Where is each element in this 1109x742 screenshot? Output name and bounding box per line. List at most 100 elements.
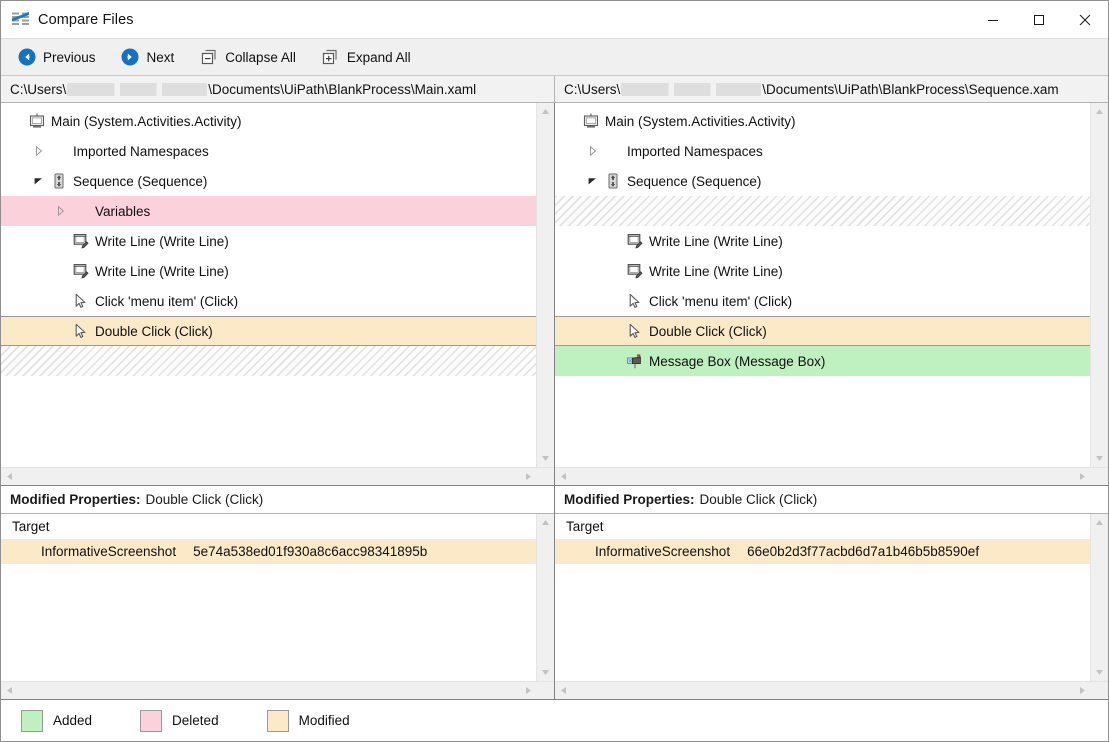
- left-properties-horizontal-scrollbar[interactable]: [1, 681, 554, 699]
- property-name: InformativeScreenshot: [595, 544, 730, 559]
- tree-row-label: Write Line (Write Line): [649, 234, 783, 249]
- scroll-up-icon[interactable]: [1092, 515, 1107, 530]
- write-line-icon: [626, 263, 643, 280]
- chevron-right-icon[interactable]: [54, 205, 67, 218]
- chevron-right-icon[interactable]: [32, 145, 45, 158]
- compare-files-window: Compare Files: [0, 0, 1109, 742]
- property-group-label: Target: [566, 519, 604, 534]
- right-properties-horizontal-scrollbar[interactable]: [555, 681, 1108, 699]
- property-group-row[interactable]: Target: [555, 514, 1090, 539]
- scroll-right-icon[interactable]: [521, 683, 536, 698]
- tree-row[interactable]: Variables: [1, 196, 536, 226]
- legend-swatch: [140, 710, 162, 732]
- tree-row[interactable]: Sequence (Sequence): [555, 166, 1090, 196]
- right-activity-tree[interactable]: Main (System.Activities.Activity) Importe…: [555, 103, 1090, 467]
- scroll-down-icon[interactable]: [538, 665, 553, 680]
- scroll-track[interactable]: [572, 468, 1074, 485]
- legend-item: Deleted: [140, 710, 219, 732]
- tree-row[interactable]: Imported Namespaces: [1, 136, 536, 166]
- tree-row-label: Message Box (Message Box): [649, 354, 825, 369]
- right-properties-vertical-scrollbar[interactable]: [1090, 514, 1108, 681]
- right-properties-grid[interactable]: Target InformativeScreenshot66e0b2d3f77ac…: [555, 514, 1090, 681]
- scroll-track[interactable]: [18, 682, 520, 699]
- tree-row[interactable]: Main (System.Activities.Activity): [1, 106, 536, 136]
- scroll-down-icon[interactable]: [1092, 451, 1107, 466]
- next-label: Next: [147, 50, 175, 65]
- scroll-right-icon[interactable]: [1075, 469, 1090, 484]
- window-controls: [970, 1, 1108, 38]
- left-tree-horizontal-scrollbar[interactable]: [1, 467, 554, 485]
- tree-row-label: Click 'menu item' (Click): [95, 294, 238, 309]
- maximize-button[interactable]: [1016, 1, 1062, 38]
- minimize-button[interactable]: [970, 1, 1016, 38]
- tree-row[interactable]: Main (System.Activities.Activity): [555, 106, 1090, 136]
- toolbar: Previous Next Collapse All: [1, 38, 1108, 76]
- file-path-header: C:\Users\ \Documents\UiPath\BlankProcess…: [1, 76, 1108, 103]
- collapse-all-icon: [199, 48, 218, 67]
- expand-all-button[interactable]: Expand All: [319, 44, 418, 70]
- previous-button[interactable]: Previous: [15, 44, 103, 70]
- property-group-row[interactable]: Target: [1, 514, 536, 539]
- left-properties-title-value: Double Click (Click): [146, 492, 264, 507]
- chevron-down-icon[interactable]: [32, 175, 45, 188]
- modified-properties-area: Modified Properties: Double Click (Click…: [1, 485, 1108, 699]
- chevron-right-icon[interactable]: [586, 145, 599, 158]
- window-title: Compare Files: [38, 12, 134, 28]
- property-row[interactable]: InformativeScreenshot66e0b2d3f77acbd6d7a…: [555, 539, 1090, 564]
- tree-row[interactable]: Click 'menu item' (Click): [1, 286, 536, 316]
- left-tree-pane: Main (System.Activities.Activity)Importe…: [1, 103, 555, 485]
- scroll-left-icon[interactable]: [2, 683, 17, 698]
- right-tree-pane: Main (System.Activities.Activity) Importe…: [555, 103, 1108, 485]
- click-icon: [626, 323, 643, 340]
- tree-row[interactable]: Sequence (Sequence): [1, 166, 536, 196]
- scroll-track[interactable]: [572, 682, 1074, 699]
- left-tree-vertical-scrollbar[interactable]: [536, 103, 554, 467]
- tree-row-label: Write Line (Write Line): [95, 234, 229, 249]
- collapse-all-label: Collapse All: [225, 50, 296, 65]
- tree-row[interactable]: Imported Namespaces: [555, 136, 1090, 166]
- legend-label: Modified: [299, 713, 350, 728]
- tree-row[interactable]: Write Line (Write Line): [555, 256, 1090, 286]
- tree-row[interactable]: Double Click (Click): [555, 316, 1090, 346]
- scroll-up-icon[interactable]: [1092, 104, 1107, 119]
- tree-row[interactable]: Write Line (Write Line): [1, 256, 536, 286]
- property-name: InformativeScreenshot: [41, 544, 176, 559]
- scroll-left-icon[interactable]: [556, 683, 571, 698]
- scroll-left-icon[interactable]: [556, 469, 571, 484]
- close-button[interactable]: [1062, 1, 1108, 38]
- tree-compare-area: Main (System.Activities.Activity)Importe…: [1, 103, 1108, 485]
- tree-row-label: Click 'menu item' (Click): [649, 294, 792, 309]
- chevron-down-icon[interactable]: [586, 175, 599, 188]
- scroll-track[interactable]: [18, 468, 520, 485]
- right-tree-vertical-scrollbar[interactable]: [1090, 103, 1108, 467]
- property-row[interactable]: InformativeScreenshot5e74a538ed01f930a8c…: [1, 539, 536, 564]
- tree-row[interactable]: Write Line (Write Line): [1, 226, 536, 256]
- tree-row[interactable]: Message Box (Message Box): [555, 346, 1090, 376]
- left-properties-vertical-scrollbar[interactable]: [536, 514, 554, 681]
- property-group-label: Target: [12, 519, 50, 534]
- close-icon: [1079, 14, 1091, 26]
- scroll-down-icon[interactable]: [1092, 665, 1107, 680]
- scroll-left-icon[interactable]: [2, 469, 17, 484]
- left-activity-tree[interactable]: Main (System.Activities.Activity)Importe…: [1, 103, 536, 467]
- diff-legend: Added Deleted Modified: [1, 699, 1108, 741]
- next-button[interactable]: Next: [119, 44, 182, 70]
- tree-row[interactable]: Click 'menu item' (Click): [555, 286, 1090, 316]
- left-path-prefix: C:\Users\: [10, 82, 66, 97]
- scroll-down-icon[interactable]: [538, 451, 553, 466]
- legend-label: Deleted: [172, 713, 219, 728]
- tree-row-label: Double Click (Click): [95, 324, 213, 339]
- collapse-all-button[interactable]: Collapse All: [197, 44, 303, 70]
- tree-row[interactable]: Write Line (Write Line): [555, 226, 1090, 256]
- tree-row-label: Imported Namespaces: [627, 144, 763, 159]
- scroll-right-icon[interactable]: [521, 469, 536, 484]
- tree-row[interactable]: Double Click (Click): [1, 316, 536, 346]
- right-tree-horizontal-scrollbar[interactable]: [555, 467, 1108, 485]
- scroll-up-icon[interactable]: [538, 104, 553, 119]
- scroll-corner: [537, 682, 554, 699]
- scroll-corner: [1091, 682, 1108, 699]
- scroll-up-icon[interactable]: [538, 515, 553, 530]
- scroll-right-icon[interactable]: [1075, 683, 1090, 698]
- left-properties-grid[interactable]: Target InformativeScreenshot5e74a538ed01f…: [1, 514, 536, 681]
- legend-label: Added: [53, 713, 92, 728]
